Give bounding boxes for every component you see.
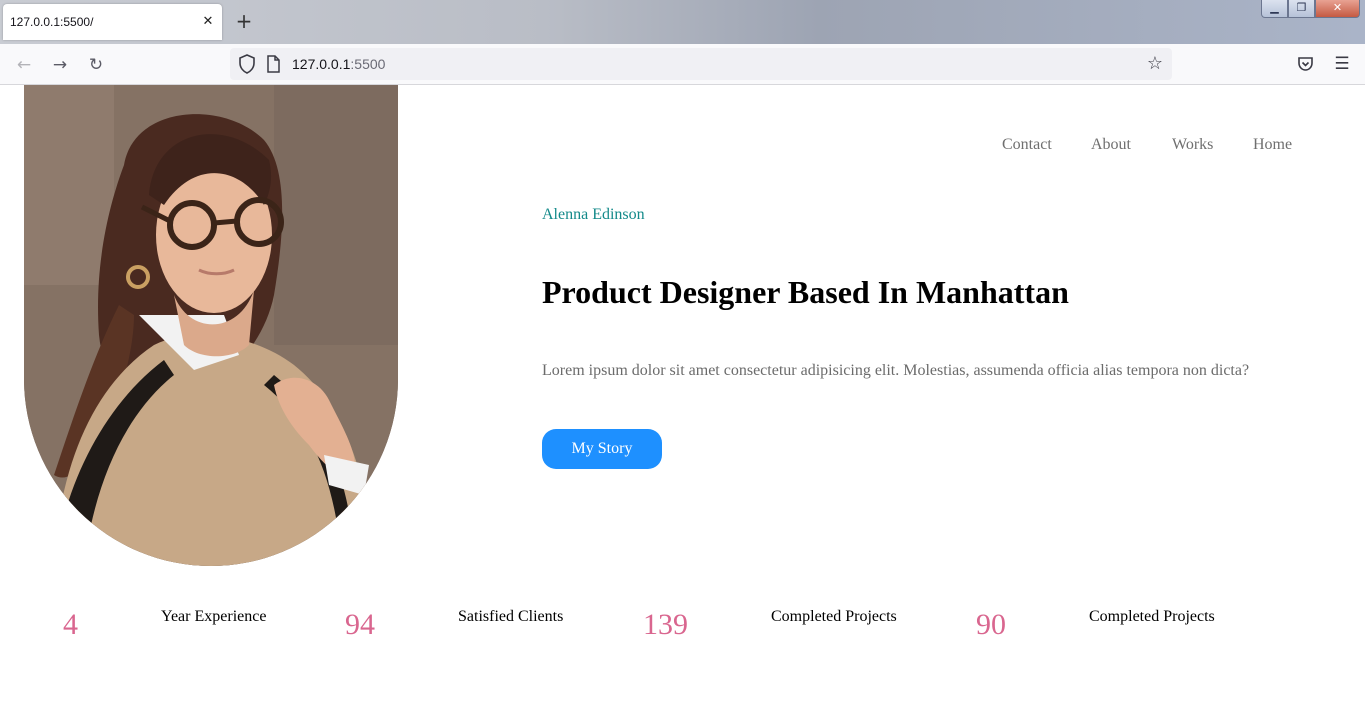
portrait-illustration [24,85,398,566]
bookmark-star-icon[interactable]: ☆ [1144,53,1166,75]
hero-description: Lorem ipsum dolor sit amet consectetur a… [542,362,1250,379]
tab-title: 127.0.0.1:5500/ [10,15,94,29]
browser-navbar: ← → ↻ 127.0.0.1:5500 ☆ ☰ [0,44,1365,85]
nav-link-works[interactable]: Works [1172,136,1213,156]
pocket-icon[interactable] [1297,56,1314,72]
window-minimize-button[interactable]: ▁ [1261,0,1288,18]
stat-label-clients: Satisfied Clients [458,608,564,625]
reload-button[interactable]: ↻ [84,53,108,77]
tab-close-icon[interactable]: ✕ [199,13,217,31]
new-tab-button[interactable]: + [232,10,256,34]
stat-value-projects: 139 [643,608,688,641]
window-maximize-button[interactable]: ❐ [1288,0,1315,18]
browser-titlebar: 127.0.0.1:5500/ ✕ + ▁ ❐ ✕ [0,0,1365,44]
stat-label-experience: Year Experience [161,608,267,625]
stat-label-projects: Completed Projects [771,608,897,625]
nav-link-about[interactable]: About [1091,136,1131,156]
stat-value-projects-2: 90 [976,608,1006,641]
minimize-icon: ▁ [1270,1,1279,14]
page-icon[interactable] [266,55,280,73]
stat-label-projects-2: Completed Projects [1089,608,1215,625]
stat-value-experience: 4 [63,608,78,641]
shield-icon[interactable] [238,54,256,74]
hero-title: Product Designer Based In Manhattan [542,274,1069,310]
url-host: 127.0.0.1 [292,56,351,72]
nav-link-home[interactable]: Home [1253,136,1292,156]
url-text[interactable]: 127.0.0.1:5500 [292,56,385,72]
app-menu-icon[interactable]: ☰ [1331,53,1353,75]
stat-value-clients: 94 [345,608,375,641]
hero-name: Alenna Edinson [542,206,645,223]
close-icon: ✕ [1332,1,1343,14]
hero-portrait-image [24,85,398,566]
maximize-icon: ❐ [1296,1,1307,14]
browser-tab[interactable]: 127.0.0.1:5500/ ✕ [3,4,222,40]
window-close-button[interactable]: ✕ [1315,0,1360,18]
nav-link-contact[interactable]: Contact [1002,136,1052,156]
url-port: :5500 [350,56,386,72]
back-button[interactable]: ← [12,53,36,77]
forward-button[interactable]: → [48,53,72,77]
address-bar[interactable]: 127.0.0.1:5500 ☆ [230,48,1172,80]
my-story-button[interactable]: My Story [542,429,662,469]
